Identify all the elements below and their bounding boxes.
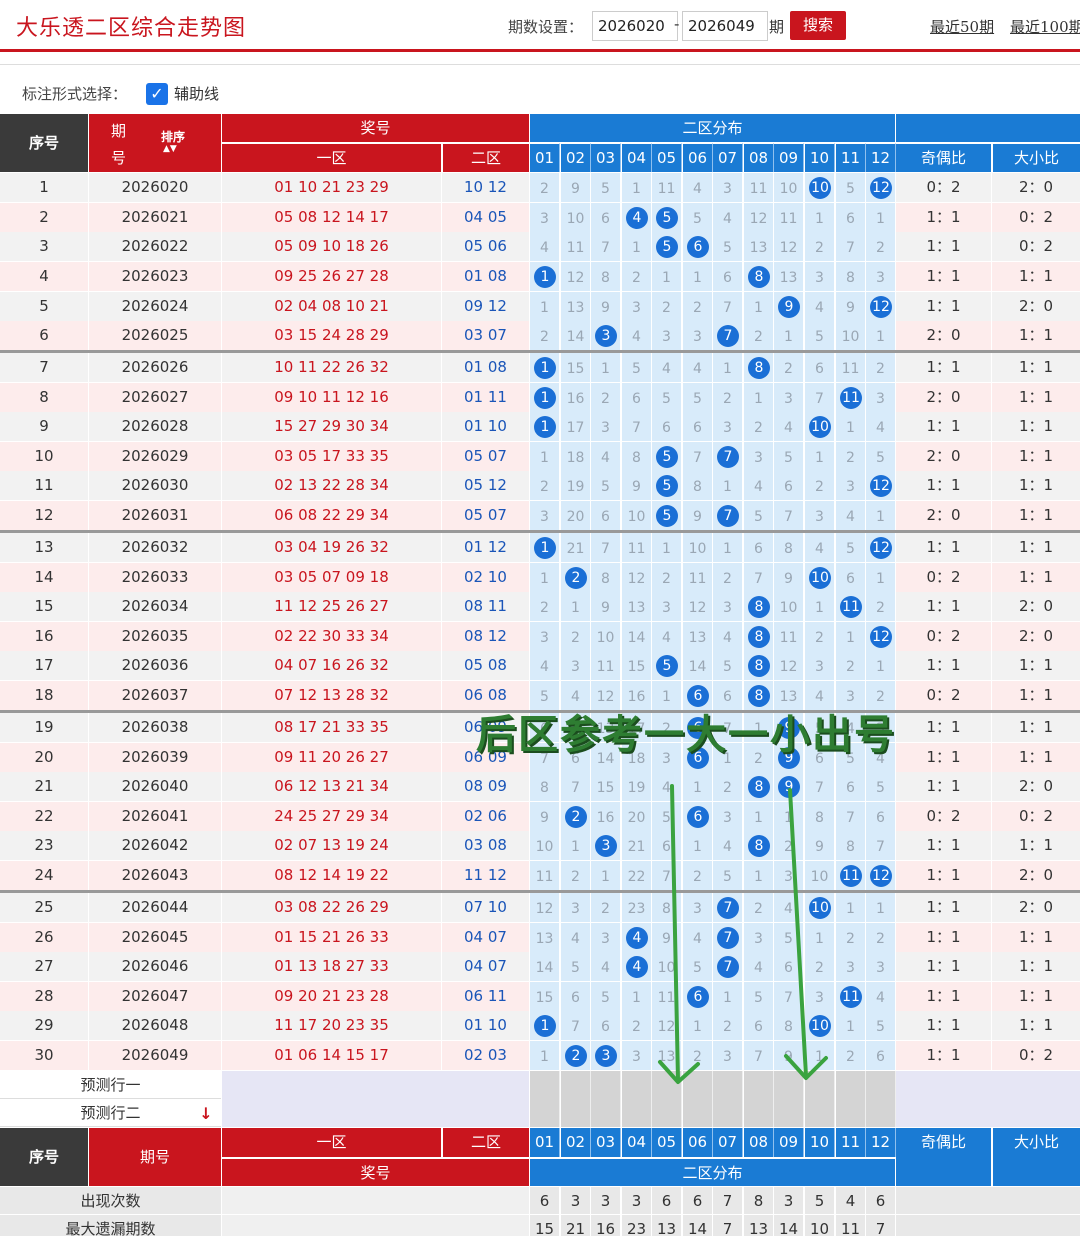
arrow-line-right	[788, 788, 808, 1078]
annotation-arrows	[658, 784, 828, 1084]
annotation-text: 后区参考一大一小出号	[476, 711, 896, 758]
arrow-line-left	[670, 784, 680, 1082]
trend-chart-page: 大乐透二区综合走势图 期数设置： - 期 搜索 最近50期 最近100期 标注形…	[0, 0, 1080, 1236]
